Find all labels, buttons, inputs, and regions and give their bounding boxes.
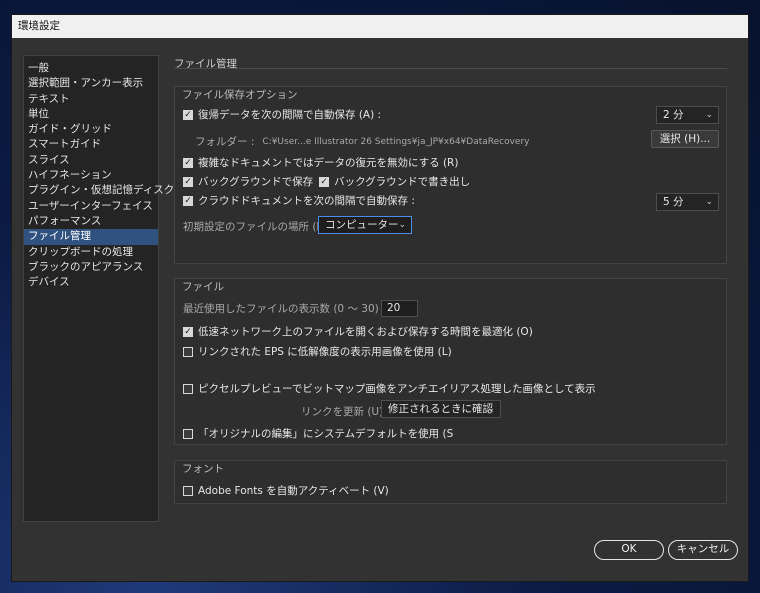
fonts-title: フォント: [182, 463, 224, 475]
cloud-auto-save-checkbox[interactable]: ✓: [183, 195, 193, 206]
sidebar-item-selection-anchor[interactable]: 選択範囲・アンカー表示: [24, 76, 158, 91]
linked-eps-row: リンクされた EPS に低解像度の表示用画像を使用 (L): [183, 344, 452, 359]
adobe-fonts-label: Adobe Fonts を自動アクティベート (V): [198, 485, 389, 497]
pixel-preview-row: ピクセルプレビューでビットマップ画像をアンチエイリアス処理した画像として表示: [183, 381, 596, 396]
adobe-fonts-checkbox[interactable]: [183, 485, 193, 496]
recent-count-input[interactable]: 20: [381, 300, 418, 317]
update-links-value: 修正されるときに確認: [388, 403, 493, 415]
adobe-fonts-row: Adobe Fonts を自動アクティベート (V): [183, 483, 389, 498]
linked-eps-checkbox[interactable]: [183, 346, 193, 357]
bg-save-checkbox[interactable]: ✓: [183, 176, 193, 187]
sidebar-item-general[interactable]: 一般: [24, 61, 158, 76]
pixel-preview-checkbox[interactable]: [183, 383, 193, 394]
chevron-down-icon: ⌄: [705, 110, 713, 120]
preferences-dialog: 環境設定 一般 選択範囲・アンカー表示 テキスト 単位 ガイド・グリッド スマー…: [11, 14, 749, 582]
cloud-auto-save-row: ✓ クラウドドキュメントを次の間隔で自動保存 :: [183, 193, 415, 208]
slow-network-label: 低速ネットワーク上のファイルを開くおよび保存する時間を最適化 (O): [198, 326, 533, 338]
auto-save-interval-value: 2 分: [663, 109, 684, 121]
auto-save-row: ✓ 復帰データを次の間隔で自動保存 (A) :: [183, 107, 381, 122]
background-row: ✓ バックグラウンドで保存 ✓ バックグラウンドで書き出し: [183, 174, 470, 189]
edit-original-label: 「オリジナルの編集」にシステムデフォルトを使用 (S: [198, 428, 454, 440]
edit-original-checkbox[interactable]: [183, 428, 193, 439]
recent-count-label: 最近使用したファイルの表示数 (0 ～ 30) (N) :: [183, 303, 406, 315]
sidebar-item-user-interface[interactable]: ユーザーインターフェイス: [24, 199, 158, 214]
folder-row: フォルダー : C:¥User...e Illustrator 26 Setti…: [195, 134, 530, 149]
linked-eps-label: リンクされた EPS に低解像度の表示用画像を使用 (L): [198, 346, 452, 358]
default-location-label: 初期設定のファイルの場所 (D) :: [183, 221, 336, 233]
sidebar-item-hyphenation[interactable]: ハイフネーション: [24, 168, 158, 183]
complex-doc-checkbox[interactable]: ✓: [183, 157, 193, 168]
default-location-value: コンピューター: [325, 219, 399, 231]
cloud-interval-value: 5 分: [663, 196, 684, 208]
sidebar-item-smart-guides[interactable]: スマートガイド: [24, 137, 158, 152]
sidebar-item-slices[interactable]: スライス: [24, 153, 158, 168]
sidebar-item-performance[interactable]: パフォーマンス: [24, 214, 158, 229]
dialog-title: 環境設定: [18, 20, 60, 32]
ok-button[interactable]: OK: [594, 540, 664, 560]
choose-folder-button[interactable]: 選択 (H)...: [651, 130, 719, 148]
bg-save-label: バックグラウンドで保存: [198, 176, 314, 188]
save-options-group: ファイル保存オプション ✓ 復帰データを次の間隔で自動保存 (A) : 2 分 …: [174, 86, 727, 264]
auto-save-interval-select[interactable]: 2 分 ⌄: [656, 106, 719, 124]
complex-doc-label: 複雑なドキュメントではデータの復元を無効にする (R): [198, 157, 459, 169]
fonts-group: フォント Adobe Fonts を自動アクティベート (V): [174, 460, 727, 504]
cloud-interval-select[interactable]: 5 分 ⌄: [656, 193, 719, 211]
chevron-down-icon: ⌄: [398, 220, 406, 230]
complex-doc-row: ✓ 複雑なドキュメントではデータの復元を無効にする (R): [183, 155, 458, 170]
edit-original-row: 「オリジナルの編集」にシステムデフォルトを使用 (S: [183, 426, 453, 441]
category-sidebar: 一般 選択範囲・アンカー表示 テキスト 単位 ガイド・グリッド スマートガイド …: [23, 55, 174, 522]
sidebar-item-units[interactable]: 単位: [24, 107, 158, 122]
title-bar[interactable]: 環境設定: [12, 15, 748, 38]
folder-path: C:¥User...e Illustrator 26 Settings¥ja_J…: [262, 136, 530, 147]
save-options-title: ファイル保存オプション: [182, 89, 298, 101]
cloud-auto-save-label: クラウドドキュメントを次の間隔で自動保存 :: [198, 195, 415, 207]
bg-export-checkbox[interactable]: ✓: [319, 176, 330, 187]
recent-count-row: 最近使用したファイルの表示数 (0 ～ 30) (N) :: [183, 301, 405, 316]
auto-save-checkbox[interactable]: ✓: [183, 109, 193, 120]
sidebar-item-guides-grid[interactable]: ガイド・グリッド: [24, 122, 158, 137]
slow-network-row: ✓ 低速ネットワーク上のファイルを開くおよび保存する時間を最適化 (O): [183, 324, 533, 339]
pixel-preview-label: ピクセルプレビューでビットマップ画像をアンチエイリアス処理した画像として表示: [198, 383, 596, 395]
slow-network-checkbox[interactable]: ✓: [183, 326, 193, 337]
chevron-down-icon: ⌄: [487, 404, 495, 414]
auto-save-label: 復帰データを次の間隔で自動保存 (A) :: [198, 109, 382, 121]
cancel-button[interactable]: キャンセル: [668, 540, 738, 560]
sidebar-item-clipboard[interactable]: クリップボードの処理: [24, 245, 158, 260]
files-title: ファイル: [182, 281, 224, 293]
title-divider: [174, 68, 727, 69]
sidebar-item-text[interactable]: テキスト: [24, 92, 158, 107]
sidebar-item-black-appearance[interactable]: ブラックのアピアランス: [24, 260, 158, 275]
bg-export-label: バックグラウンドで書き出し: [334, 176, 471, 188]
files-group: ファイル 最近使用したファイルの表示数 (0 ～ 30) (N) : 20 ✓ …: [174, 278, 727, 445]
update-links-select[interactable]: 修正されるときに確認 ⌄: [381, 400, 501, 418]
update-links-row: リンクを更新 (U) :: [301, 404, 390, 419]
sidebar-item-plugins-scratch-disks[interactable]: プラグイン・仮想記憶ディスク: [24, 183, 174, 198]
sidebar-item-file-handling[interactable]: ファイル管理: [24, 229, 158, 245]
chevron-down-icon: ⌄: [705, 197, 713, 207]
sidebar-item-devices[interactable]: デバイス: [24, 275, 158, 290]
folder-label: フォルダー :: [195, 136, 255, 148]
default-location-row: 初期設定のファイルの場所 (D) :: [183, 219, 336, 234]
default-location-select[interactable]: コンピューター ⌄: [318, 216, 412, 234]
update-links-label: リンクを更新 (U) :: [301, 406, 391, 418]
